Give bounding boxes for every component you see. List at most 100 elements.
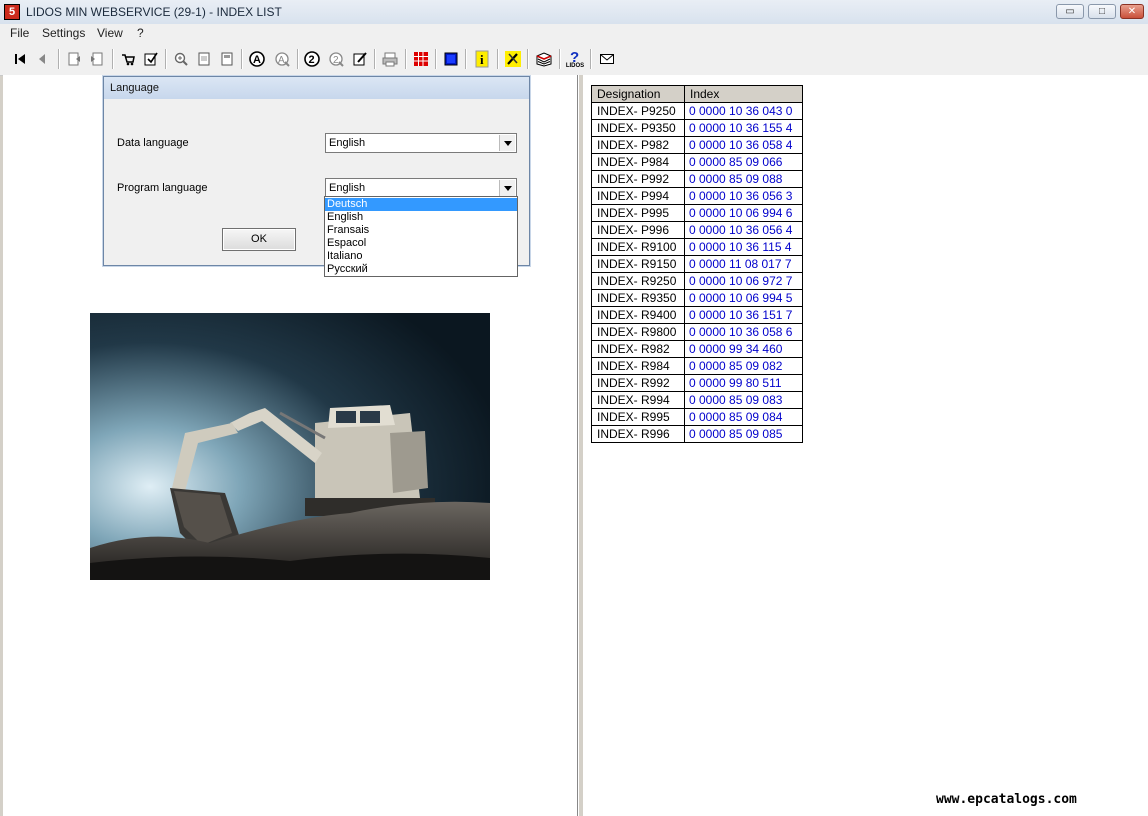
menu-settings[interactable]: Settings — [42, 26, 85, 40]
index-link[interactable]: 0 0000 10 36 056 4 — [684, 221, 803, 239]
data-language-label: Data language — [117, 137, 189, 149]
table-row[interactable]: INDEX- R982 0 0000 99 34 460 — [591, 340, 803, 358]
designation-cell: INDEX- P996 — [591, 221, 685, 239]
option-deutsch[interactable]: Deutsch — [325, 198, 517, 211]
table-row[interactable]: INDEX- R9800 0 0000 10 36 058 6 — [591, 323, 803, 341]
table-row[interactable]: INDEX- R9350 0 0000 10 06 994 5 — [591, 289, 803, 307]
option-italiano[interactable]: Italiano — [325, 250, 517, 263]
index-link[interactable]: 0 0000 85 09 088 — [684, 170, 803, 188]
program-language-select[interactable]: English — [325, 178, 517, 198]
table-row[interactable]: INDEX- R9100 0 0000 10 36 115 4 — [591, 238, 803, 256]
index-link[interactable]: 0 0000 10 36 058 4 — [684, 136, 803, 154]
table-row[interactable]: INDEX- R994 0 0000 85 09 083 — [591, 391, 803, 409]
menu-view[interactable]: View — [97, 26, 123, 40]
index-link[interactable]: 0 0000 10 06 994 6 — [684, 204, 803, 222]
designation-cell: INDEX- P982 — [591, 136, 685, 154]
table-row[interactable]: INDEX- R996 0 0000 85 09 085 — [591, 425, 803, 443]
chevron-down-icon[interactable] — [499, 180, 515, 196]
index-link[interactable]: 0 0000 10 36 115 4 — [684, 238, 803, 256]
table-row[interactable]: INDEX- R9250 0 0000 10 06 972 7 — [591, 272, 803, 290]
table-row[interactable]: INDEX- R995 0 0000 85 09 084 — [591, 408, 803, 426]
index-table: Designation Index INDEX- P9250 0 0000 10 … — [591, 85, 803, 443]
index-link[interactable]: 0 0000 10 36 151 7 — [684, 306, 803, 324]
index-link[interactable]: 0 0000 85 09 066 — [684, 153, 803, 171]
blue-square-icon[interactable] — [441, 49, 461, 69]
previous-icon[interactable] — [32, 49, 52, 69]
designation-cell: INDEX- P9250 — [591, 102, 685, 120]
page-icon[interactable] — [194, 49, 214, 69]
title-bar: 5 LIDOS MIN WEBSERVICE (29-1) - INDEX LI… — [0, 0, 1148, 25]
circle-two-off-icon[interactable]: 2 — [326, 49, 346, 69]
maximize-button[interactable]: □ — [1088, 4, 1116, 19]
circle-two-icon[interactable]: 2 — [302, 49, 322, 69]
help-lidos-icon[interactable]: ? LIDOS — [565, 49, 585, 69]
back-document-icon[interactable] — [64, 49, 84, 69]
table-row[interactable]: INDEX- P992 0 0000 85 09 088 — [591, 170, 803, 188]
designation-cell: INDEX- R9400 — [591, 306, 685, 324]
book-icon[interactable] — [534, 49, 554, 69]
chevron-down-icon[interactable] — [499, 135, 515, 151]
table-row[interactable]: INDEX- P996 0 0000 10 36 056 4 — [591, 221, 803, 239]
option-francais[interactable]: Fransais — [325, 224, 517, 237]
designation-cell: INDEX- R996 — [591, 425, 685, 443]
designation-cell: INDEX- P992 — [591, 170, 685, 188]
designation-cell: INDEX- R995 — [591, 408, 685, 426]
table-row[interactable]: INDEX- P982 0 0000 10 36 058 4 — [591, 136, 803, 154]
table-row[interactable]: INDEX- R9150 0 0000 11 08 017 7 — [591, 255, 803, 273]
forward-document-icon[interactable] — [87, 49, 107, 69]
checklist-icon[interactable] — [141, 49, 161, 69]
zoom-in-icon[interactable] — [171, 49, 191, 69]
designation-cell: INDEX- R9150 — [591, 255, 685, 273]
table-row[interactable]: INDEX- P9250 0 0000 10 36 043 0 — [591, 102, 803, 120]
index-link[interactable]: 0 0000 99 34 460 — [684, 340, 803, 358]
toolbar: A A 2 2 i ? LIDOS — [0, 43, 1148, 76]
index-link[interactable]: 0 0000 10 36 043 0 — [684, 102, 803, 120]
help-lidos-label: LIDOS — [565, 63, 585, 69]
index-link[interactable]: 0 0000 85 09 083 — [684, 391, 803, 409]
grid-red-icon[interactable] — [411, 49, 431, 69]
index-link[interactable]: 0 0000 10 36 155 4 — [684, 119, 803, 137]
index-link[interactable]: 0 0000 85 09 082 — [684, 357, 803, 375]
search-a-off-icon[interactable]: A — [272, 49, 292, 69]
info-icon[interactable]: i — [472, 49, 492, 69]
search-a-icon[interactable]: A — [247, 49, 267, 69]
table-row[interactable]: INDEX- P984 0 0000 85 09 066 — [591, 153, 803, 171]
data-language-select[interactable]: English — [325, 133, 517, 153]
option-espanol[interactable]: Espacol — [325, 237, 517, 250]
program-language-label: Program language — [117, 182, 208, 194]
svg-text:2: 2 — [333, 55, 339, 66]
program-language-dropdown: Deutsch English Fransais Espacol Italian… — [324, 196, 518, 277]
cart-icon[interactable] — [118, 49, 138, 69]
index-link[interactable]: 0 0000 10 06 994 5 — [684, 289, 803, 307]
table-row[interactable]: INDEX- P995 0 0000 10 06 994 6 — [591, 204, 803, 222]
ok-button[interactable]: OK — [222, 228, 296, 251]
option-english[interactable]: English — [325, 211, 517, 224]
minimize-button[interactable]: ▭ — [1056, 4, 1084, 19]
close-button[interactable]: ✕ — [1120, 4, 1144, 19]
index-link[interactable]: 0 0000 11 08 017 7 — [684, 255, 803, 273]
index-link[interactable]: 0 0000 85 09 084 — [684, 408, 803, 426]
menu-file[interactable]: File — [10, 26, 29, 40]
edit-icon[interactable] — [350, 49, 370, 69]
mail-icon[interactable] — [597, 49, 617, 69]
menu-help[interactable]: ? — [137, 26, 144, 40]
index-link[interactable]: 0 0000 10 36 058 6 — [684, 323, 803, 341]
index-link[interactable]: 0 0000 85 09 085 — [684, 425, 803, 443]
tools-icon[interactable] — [503, 49, 523, 69]
index-link[interactable]: 0 0000 99 80 511 — [684, 374, 803, 392]
option-russian[interactable]: Русский — [325, 263, 517, 276]
first-page-icon[interactable] — [10, 49, 30, 69]
table-row[interactable]: INDEX- P994 0 0000 10 36 056 3 — [591, 187, 803, 205]
table-row[interactable]: INDEX- R984 0 0000 85 09 082 — [591, 357, 803, 375]
designation-cell: INDEX- R992 — [591, 374, 685, 392]
index-link[interactable]: 0 0000 10 06 972 7 — [684, 272, 803, 290]
table-row[interactable]: INDEX- R9400 0 0000 10 36 151 7 — [591, 306, 803, 324]
designation-cell: INDEX- P994 — [591, 187, 685, 205]
printer-icon[interactable] — [380, 49, 400, 69]
designation-cell: INDEX- R9800 — [591, 323, 685, 341]
page-copy-icon[interactable] — [217, 49, 237, 69]
excavator-photo — [90, 313, 490, 580]
table-row[interactable]: INDEX- R992 0 0000 99 80 511 — [591, 374, 803, 392]
table-row[interactable]: INDEX- P9350 0 0000 10 36 155 4 — [591, 119, 803, 137]
index-link[interactable]: 0 0000 10 36 056 3 — [684, 187, 803, 205]
